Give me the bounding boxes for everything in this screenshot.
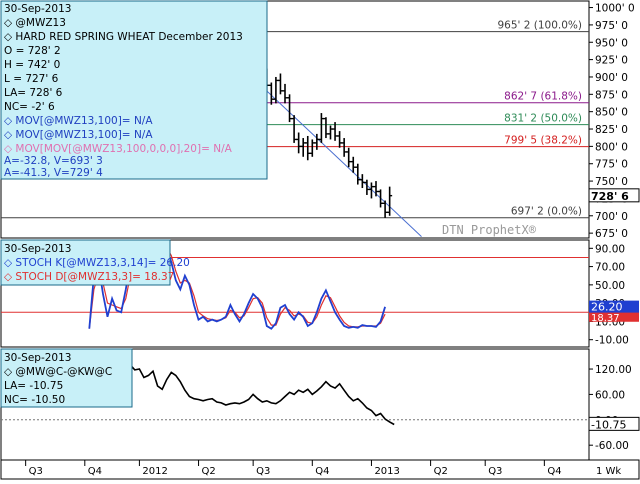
price-legend-low: L = 727' 6 xyxy=(4,73,59,85)
stoch-y-tick-label: 50.00 xyxy=(595,280,625,292)
price-y-tick-label: 700' 0 xyxy=(595,211,628,223)
stochastic-legend: 30-Sep-2013 ◇ STOCH K[@MWZ13,3,14]= 26.2… xyxy=(0,239,190,286)
stochastic-legend-d: ◇ STOCH D[@MWZ13,3]= 18.37 xyxy=(4,271,174,283)
fib-label: 799' 5 (38.2%) xyxy=(504,135,582,147)
price-legend-mov2: ◇ MOV[@MWZ13,100]= N/A xyxy=(4,129,153,141)
chart-window: 675' 0700' 0725' 0750' 0775' 0800' 0825'… xyxy=(0,0,640,480)
x-tick-label: 2013 xyxy=(374,466,399,477)
stoch-y-tick-label: -10.00 xyxy=(595,335,629,347)
spread-legend-net-change: NC= -10.50 xyxy=(4,394,65,406)
fib-label: 697' 2 (0.0%) xyxy=(511,206,582,218)
price-legend-title: ◇ HARD RED SPRING WHEAT December 2013 xyxy=(4,31,243,43)
price-legend-symbol: ◇ @MWZ13 xyxy=(4,17,66,29)
x-tick-label: Q2 xyxy=(434,466,448,477)
price-y-tick-label: 775' 0 xyxy=(595,159,628,171)
price-legend-net-change: NC= -2' 6 xyxy=(4,101,55,113)
x-tick-label: Q3 xyxy=(256,466,270,477)
spread-legend-date: 30-Sep-2013 xyxy=(4,352,71,364)
fib-label: 831' 2 (50.0%) xyxy=(504,113,582,125)
stoch-k-last-label: 26.20 xyxy=(591,301,623,314)
x-tick-label: Q3 xyxy=(488,466,502,477)
price-y-axis: 675' 0700' 0725' 0750' 0775' 0800' 0825'… xyxy=(589,3,635,240)
price-legend: 30-Sep-2013 ◇ @MWZ13 ◇ HARD RED SPRING W… xyxy=(0,0,268,180)
x-tick-label: Q4 xyxy=(547,466,561,477)
watermark: DTN ProphetX® xyxy=(442,223,537,237)
price-y-tick-label: 1000' 0 xyxy=(595,3,635,15)
stoch-d-last-label: 18.37 xyxy=(591,313,620,324)
fib-label: 862' 7 (61.8%) xyxy=(504,91,582,103)
price-y-tick-label: 825' 0 xyxy=(595,124,628,136)
x-tick-label: Q3 xyxy=(29,466,43,477)
price-y-tick-label: 875' 0 xyxy=(595,89,628,101)
price-legend-date: 30-Sep-2013 xyxy=(4,3,71,15)
price-legend-mov1: ◇ MOV[@MWZ13,100]= N/A xyxy=(4,115,153,127)
x-tick-label: Q4 xyxy=(315,466,329,477)
price-last-label: 728' 6 xyxy=(591,190,629,203)
price-legend-mov3: ◇ MOV[MOV[@MWZ13,100,0,0,0],20]= N/A xyxy=(4,143,233,155)
price-legend-open: O = 728' 2 xyxy=(4,45,61,57)
stoch-y-tick-label: 90.00 xyxy=(595,243,625,255)
spread-legend-symbol: ◇ @MW@C-@KW@C xyxy=(4,366,112,378)
price-y-tick-label: 850' 0 xyxy=(595,107,628,119)
spread-y-tick-label: -60.00 xyxy=(595,440,629,452)
price-y-tick-label: 975' 0 xyxy=(595,20,628,32)
price-legend-stat2: A=-41.3, V=729' 4 xyxy=(4,167,103,179)
chart-canvas: 675' 0700' 0725' 0750' 0775' 0800' 0825'… xyxy=(0,0,640,480)
price-y-tick-label: 950' 0 xyxy=(595,37,628,49)
x-tick-label: Q4 xyxy=(88,466,102,477)
spread-legend: 30-Sep-2013 ◇ @MW@C-@KW@C LA= -10.75 NC=… xyxy=(0,348,133,408)
price-y-tick-label: 750' 0 xyxy=(595,176,628,188)
stochastic-legend-date: 30-Sep-2013 xyxy=(4,243,71,255)
stoch-last-markers: 18.37 26.20 xyxy=(589,300,639,324)
price-legend-stat1: A=-32.8, V=693' 3 xyxy=(4,155,103,167)
price-legend-high: H = 742' 0 xyxy=(4,59,60,71)
price-y-tick-label: 800' 0 xyxy=(595,141,628,153)
price-y-tick-label: 925' 0 xyxy=(595,55,628,67)
interval-label: 1 Wk xyxy=(596,466,621,477)
price-last-marker: 728' 6 xyxy=(588,188,640,203)
spread-last-label: -10.75 xyxy=(591,418,626,431)
price-y-tick-label: 675' 0 xyxy=(595,228,628,240)
spread-y-tick-label: 60.00 xyxy=(595,389,625,401)
x-tick-label: Q2 xyxy=(202,466,216,477)
fib-label: 965' 2 (100.0%) xyxy=(497,20,582,32)
x-tick-label: 2012 xyxy=(142,466,167,477)
price-legend-last: LA= 728' 6 xyxy=(4,87,63,99)
spread-last-marker: -10.75 xyxy=(588,416,640,431)
price-y-tick-label: 900' 0 xyxy=(595,72,628,84)
spread-y-tick-label: 120.00 xyxy=(595,364,632,376)
stochastic-legend-k: ◇ STOCH K[@MWZ13,3,14]= 26.20 xyxy=(4,257,190,269)
spread-legend-last: LA= -10.75 xyxy=(4,380,63,392)
stoch-y-tick-label: 70.00 xyxy=(595,262,625,274)
